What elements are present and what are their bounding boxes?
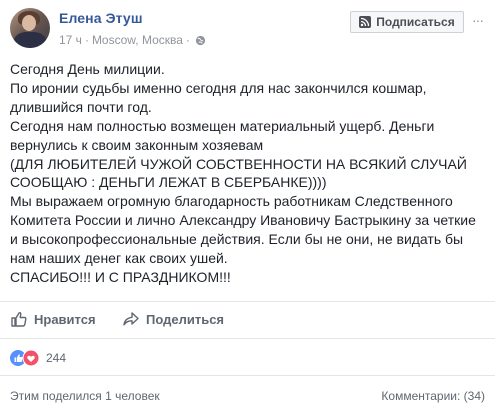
avatar[interactable] [10, 8, 50, 48]
share-icon [123, 312, 139, 326]
post-time[interactable]: 17 ч [59, 33, 82, 47]
more-options-icon[interactable]: ··· [472, 12, 484, 28]
author-name[interactable]: Елена Этуш [59, 10, 143, 26]
rss-icon [359, 16, 372, 28]
globe-icon[interactable] [195, 35, 206, 46]
share-button[interactable]: Поделиться [122, 310, 224, 328]
reaction-icons [10, 349, 40, 367]
love-icon [22, 349, 40, 367]
like-label: Нравится [34, 311, 96, 327]
post-footer: Этим поделился 1 человек Комментарии: (3… [0, 375, 495, 414]
subscribe-button[interactable]: Подписаться [350, 11, 464, 33]
shared-by-link[interactable]: Этим поделился 1 человек [10, 389, 160, 403]
post-card: Елена Этуш 17 ч · Moscow, Москва · Подпи… [0, 0, 495, 414]
thumbs-up-icon [11, 311, 27, 327]
post-text: Сегодня День милиции. По иронии судьбы и… [10, 61, 476, 285]
post-location[interactable]: Moscow, Москва [92, 33, 183, 47]
action-bar: Нравится Поделиться [0, 301, 495, 338]
subscribe-label: Подписаться [376, 15, 455, 29]
comments-count[interactable]: Комментарии: (34) [381, 389, 485, 403]
like-button[interactable]: Нравится [10, 310, 96, 328]
post-meta: 17 ч · Moscow, Москва · [59, 33, 206, 47]
reaction-count[interactable]: 244 [46, 351, 66, 365]
reactions-bar[interactable]: 244 [0, 338, 495, 375]
meta-separator-2: · [185, 33, 190, 47]
meta-separator: · [84, 33, 89, 47]
share-label: Поделиться [146, 311, 225, 327]
